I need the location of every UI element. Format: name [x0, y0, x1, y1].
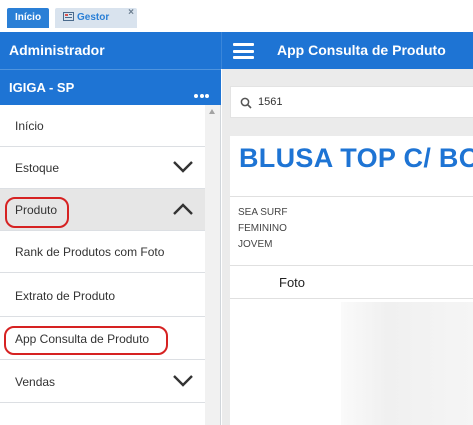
sidebar-item-extrato-produto[interactable]: Extrato de Produto: [0, 275, 205, 317]
chevron-down-icon[interactable]: [172, 374, 194, 388]
column-header-foto: Foto: [279, 275, 306, 290]
sidebar-scrollbar[interactable]: [205, 105, 220, 425]
close-icon[interactable]: ×: [128, 3, 134, 23]
company-name: IGIGA - SP: [9, 80, 75, 95]
sidebar-item-label: Estoque: [15, 161, 60, 175]
highlight-circle-app-consulta: [4, 326, 168, 355]
sidebar-item-vendas[interactable]: Vendas: [0, 361, 205, 403]
gestor-icon: [63, 12, 74, 21]
sidebar-item-label: Extrato de Produto: [15, 289, 116, 303]
tab-inicio[interactable]: Início: [7, 8, 49, 28]
search-input[interactable]: 1561: [230, 86, 473, 118]
divider: [230, 298, 473, 299]
sidebar-item-label: Rank de Produtos com Foto: [15, 245, 165, 259]
chevron-up-icon[interactable]: [172, 202, 194, 216]
highlight-circle-produto: [5, 197, 69, 228]
company-selector[interactable]: IGIGA - SP: [0, 69, 221, 105]
sidebar-item-label: Vendas: [15, 375, 56, 389]
product-line: JOVEM: [238, 239, 273, 250]
more-dots-icon[interactable]: [194, 85, 211, 103]
admin-label: Administrador: [9, 42, 105, 58]
sidebar-item-rank-produtos[interactable]: Rank de Produtos com Foto: [0, 231, 205, 273]
tab-strip: Início Gestor ×: [0, 0, 473, 32]
hamburger-icon[interactable]: [233, 43, 254, 59]
search-icon: [240, 97, 252, 109]
scroll-up-icon[interactable]: [209, 109, 215, 114]
chevron-down-icon[interactable]: [172, 160, 194, 174]
header-divider: [221, 32, 222, 69]
app-header: Administrador App Consulta de Produto: [0, 32, 473, 69]
product-title: BLUSA TOP C/ BO: [239, 143, 473, 173]
sidebar-item-estoque[interactable]: Estoque: [0, 147, 205, 189]
sidebar-item-label: Início: [15, 119, 44, 133]
divider: [230, 196, 473, 197]
page-title: App Consulta de Produto: [277, 42, 446, 58]
product-brand: SEA SURF: [238, 207, 288, 218]
search-value: 1561: [258, 96, 283, 108]
sidebar-item-inicio[interactable]: Início: [0, 105, 205, 147]
product-photo: [341, 302, 473, 425]
product-card: BLUSA TOP C/ BO SEA SURF FEMININO JOVEM …: [230, 136, 473, 425]
tab-gestor-label: Gestor: [77, 12, 110, 23]
tab-gestor[interactable]: Gestor ×: [55, 7, 137, 28]
sidebar: IGIGA - SP Início Estoque Produto Rank d…: [0, 69, 221, 425]
product-gender: FEMININO: [238, 223, 287, 234]
divider: [230, 265, 473, 266]
main-content: 1561 BLUSA TOP C/ BO SEA SURF FEMININO J…: [222, 69, 473, 425]
